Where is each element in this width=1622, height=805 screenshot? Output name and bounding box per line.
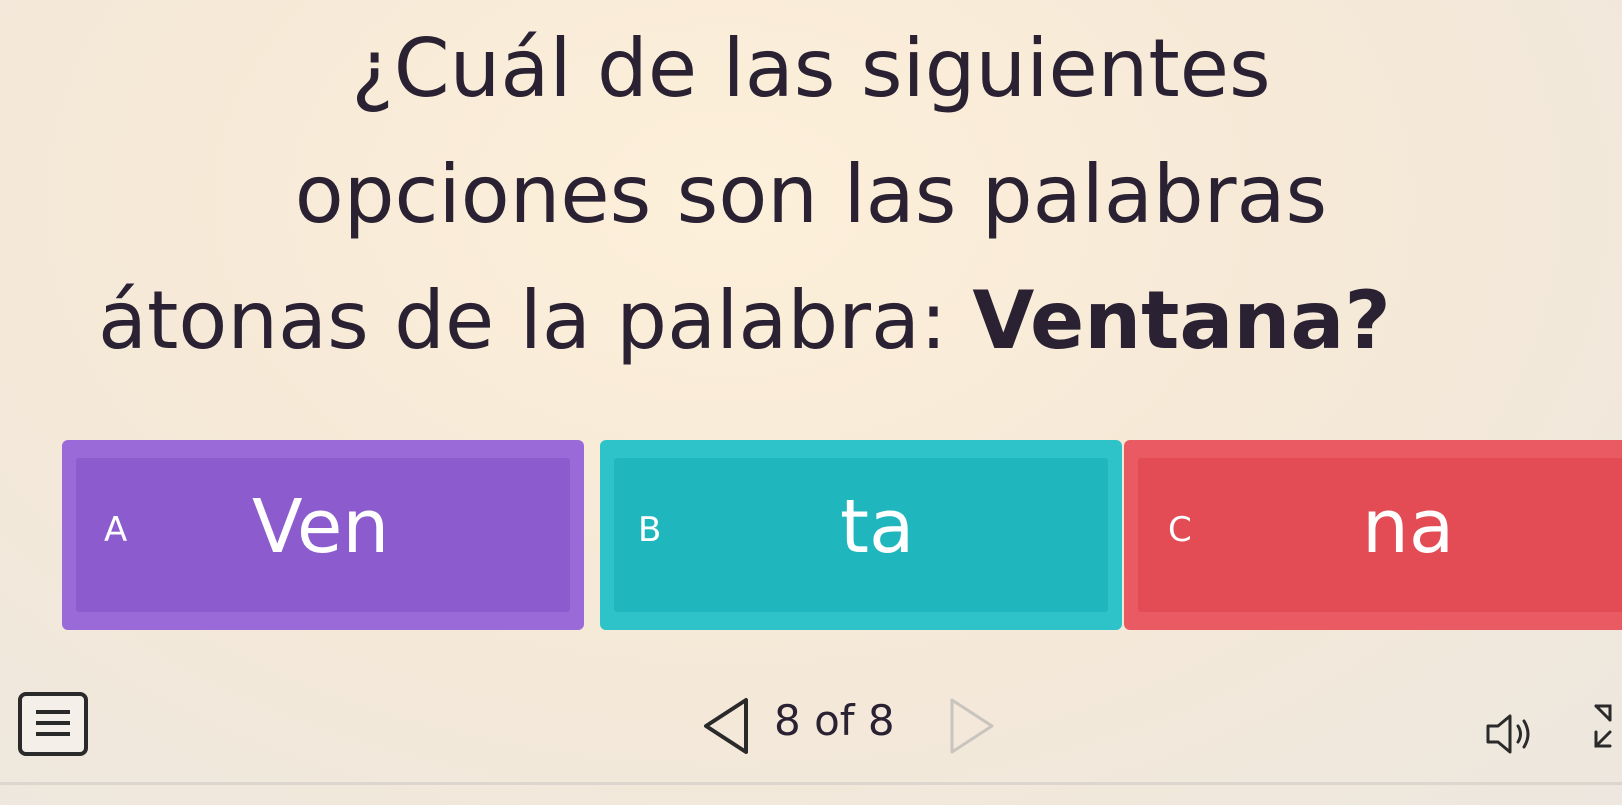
question-line-2: opciones son las palabras [294, 148, 1328, 241]
menu-button[interactable] [18, 692, 88, 756]
option-b-letter: B [638, 510, 662, 550]
option-b-button[interactable]: B ta [600, 440, 1122, 630]
question-line-3-prefix: átonas de la palabra: [98, 274, 973, 367]
option-c-letter: C [1168, 510, 1192, 550]
previous-button[interactable] [698, 694, 754, 758]
page-indicator: 8 of 8 [774, 696, 895, 745]
next-button[interactable] [944, 694, 1000, 758]
triangle-left-icon [704, 698, 748, 754]
audio-button[interactable] [1484, 712, 1540, 756]
hamburger-menu-icon [36, 732, 70, 736]
option-c-syllable: na [1362, 484, 1455, 570]
navigation-bar: 8 of 8 [0, 672, 1622, 792]
option-a-button[interactable]: A Ven [62, 440, 584, 630]
answer-options: A Ven B ta C na [62, 440, 1622, 630]
question-line-1: ¿Cuál de las siguientes [351, 22, 1271, 115]
option-a-syllable: Ven [252, 484, 390, 570]
question-mark: ? [1344, 274, 1391, 367]
option-a-letter: A [104, 510, 128, 550]
triangle-right-icon [950, 698, 994, 754]
question-line-3: átonas de la palabra: Ventana? [0, 258, 1622, 384]
bottom-divider [0, 782, 1622, 785]
option-c-button[interactable]: C na [1124, 440, 1622, 630]
expand-icon [1594, 704, 1612, 748]
option-b-syllable: ta [840, 484, 915, 570]
question-text: ¿Cuál de las siguientes opciones son las… [0, 6, 1622, 384]
question-target-word: Ventana [972, 274, 1345, 367]
hamburger-menu-icon [36, 721, 70, 725]
speaker-icon [1486, 714, 1530, 754]
hamburger-menu-icon [36, 710, 70, 714]
expand-button[interactable] [1592, 702, 1622, 762]
